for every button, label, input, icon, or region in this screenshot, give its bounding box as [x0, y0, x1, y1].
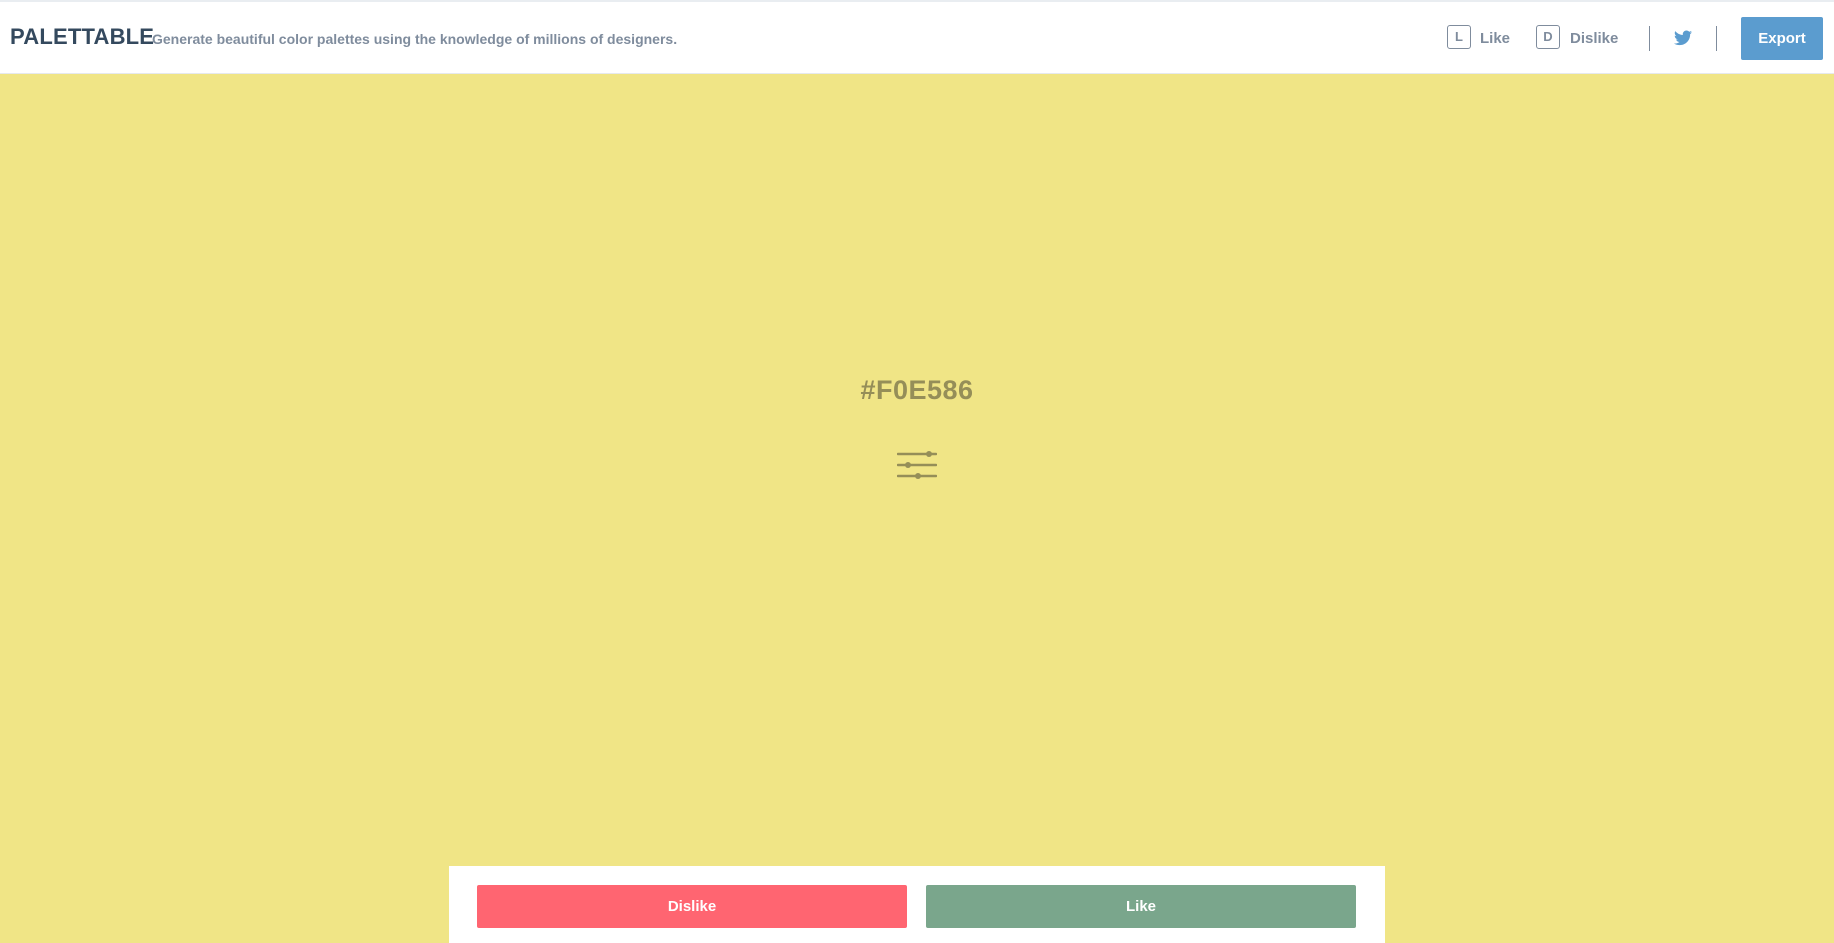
dislike-shortcut-label: Dislike: [1570, 30, 1619, 47]
dislike-shortcut-key: D: [1536, 25, 1560, 49]
like-shortcut-key: L: [1447, 25, 1471, 49]
hex-code-label[interactable]: #F0E586: [0, 375, 1834, 406]
color-swatch[interactable]: [0, 74, 1834, 943]
header-divider: [1716, 26, 1717, 51]
export-button[interactable]: Export: [1741, 17, 1823, 60]
dislike-button[interactable]: Dislike: [477, 885, 907, 928]
header-divider: [1649, 26, 1650, 51]
app-header: PALETTABLE Generate beautiful color pale…: [0, 2, 1834, 74]
tagline: Generate beautiful color palettes using …: [152, 31, 678, 47]
vote-panel: Dislike Like: [449, 866, 1385, 943]
like-button[interactable]: Like: [926, 885, 1356, 928]
like-shortcut-label: Like: [1480, 30, 1511, 47]
brand-logo[interactable]: PALETTABLE: [10, 24, 154, 50]
twitter-icon[interactable]: [1674, 30, 1692, 46]
sliders-icon[interactable]: [897, 447, 937, 485]
